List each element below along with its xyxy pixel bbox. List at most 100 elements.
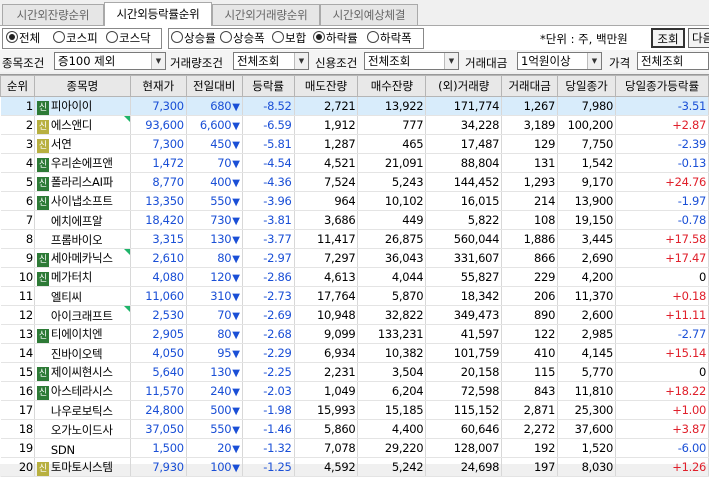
radio-sort-fall-rate[interactable]: 하락률 [313,31,358,45]
cell-rank: 3 [0,134,35,154]
radio-sort-rise-rate[interactable]: 상승률 [171,31,216,45]
cell-name[interactable]: 오가노이드사 [34,419,131,439]
table-row[interactable]: 8 프롬바이오 3,315 130▼ -3.77 11,417 26,875 560,044 1… [0,229,709,249]
cell-bid-remain: 777 [357,115,427,135]
query-button[interactable]: 조회 [651,28,685,48]
cell-bid-remain: 3,504 [357,362,427,382]
cell-name[interactable]: 신 메가터치 [34,267,131,287]
cell-bid-remain: 29,220 [357,438,427,458]
cell-name[interactable]: 아이크래프트 [34,305,131,325]
table-row[interactable]: 2 신 에스앤디 93,600 6,600▼ -6.59 1,912 777 34,228 3,1… [0,115,709,135]
cell-name[interactable]: 신 서연 [34,134,131,154]
header-ask-remain[interactable]: 매도잔량 [293,75,359,97]
header-rank[interactable]: 순위 [0,75,35,97]
cell-price: 2,530 [130,305,187,325]
credit-condition-select[interactable]: 전체조회 ▼ [364,52,459,70]
table-row[interactable]: 7 에치에프알 18,420 730▼ -3.81 3,686 449 5,822 108 19,… [0,210,709,230]
cell-volume: 18,342 [425,286,503,306]
cell-name[interactable]: 신 피아이이 [34,96,131,116]
radio-sort-flat[interactable]: 보합 [272,31,306,45]
next-button[interactable]: 다음 [688,28,709,48]
header-price[interactable]: 현재가 [129,75,187,97]
down-arrow-icon: ▼ [232,463,240,474]
cell-name[interactable]: 신 에스앤디 [34,115,131,135]
table-row[interactable]: 19 SDN 1,500 20▼ -1.32 7,078 29,220 128,007 192 1… [0,438,709,458]
stock-name: 세아메카닉스 [50,250,113,265]
cell-volume: 34,228 [425,115,503,135]
radio-market-kospi[interactable]: 코스피 [53,31,98,45]
table-row[interactable]: 13 신 티에이치엔 2,905 80▼ -2.68 9,099 133,231 41,597 1… [0,324,709,344]
stock-condition-select[interactable]: 증100 제외 ▼ [54,52,166,70]
cell-name[interactable]: 엘티씨 [34,286,131,306]
option-bar: 전체 코스피 코스닥 상승률 상승폭 보합 하락률 하락폭 *단위 : 주, 백… [0,26,709,50]
table-row[interactable]: 3 신 서연 7,300 450▼ -5.81 1,287 465 17,487 129 7,750… [0,134,709,154]
table-row[interactable]: 1 신 피아이이 7,300 680▼ -8.52 2,721 13,922 171,774 1,… [0,96,709,116]
header-close-rate[interactable]: 당일종가등락률 [615,75,709,97]
cell-name[interactable]: 진바이오텍 [34,343,131,363]
header-amount[interactable]: 거래대금 [501,75,559,97]
table-row[interactable]: 4 신 우리손에프앤 1,472 70▼ -4.54 4,521 21,091 88,804 13… [0,153,709,173]
chevron-down-icon: ▼ [587,53,601,69]
amount-condition-select[interactable]: 1억원이상 ▼ [517,52,602,70]
header-close[interactable]: 당일종가 [557,75,617,97]
table-row[interactable]: 16 신 아스테라시스 11,570 240▼ -2.03 1,049 6,204 72,598… [0,381,709,401]
cell-name[interactable]: 신 제이씨현시스 [34,362,131,382]
down-arrow-icon: ▼ [232,425,240,436]
cell-name[interactable]: 에치에프알 [34,210,131,230]
cell-amount: 214 [501,191,559,211]
tab-after-hours-change-rate[interactable]: 시간외등락률순위 [104,2,212,26]
tab-after-hours-volume[interactable]: 시간외거래량순위 [212,4,320,25]
badge-spacer [37,211,49,225]
stock-name: 에치에프알 [50,214,103,228]
table-row[interactable]: 14 진바이오텍 4,050 95▼ -2.29 6,934 10,382 101,759 41… [0,343,709,363]
cell-name[interactable]: 신 폴라리스AI파 [34,172,131,192]
amount-condition-label: 거래대금 [465,56,508,70]
table-row[interactable]: 10 신 메가터치 4,080 120▼ -2.86 4,613 4,044 55,827 229… [0,267,709,287]
cell-name[interactable]: 신 티에이치엔 [34,324,131,344]
table-row[interactable]: 17 나우로보틱스 24,800 500▼ -1.98 15,993 15,185 115,1… [0,400,709,420]
cell-name[interactable]: 프롬바이오 [34,229,131,249]
change-value: 310 [210,289,232,303]
table-row[interactable]: 20 신 토마토시스템 7,930 100▼ -1.25 4,592 5,242 24,698 1… [0,457,709,477]
cell-change: 70▼ [186,153,243,173]
table-row[interactable]: 12 아이크래프트 2,530 70▼ -2.69 10,948 32,822 349,473… [0,305,709,325]
change-value: 95 [217,346,232,360]
cell-close: 37,600 [557,419,617,439]
cell-rank: 7 [0,210,35,230]
radio-market-all[interactable]: 전체 [6,31,40,45]
cell-name[interactable]: 신 우리손에프앤 [34,153,131,173]
table-row[interactable]: 6 신 사이냅소프트 13,350 550▼ -3.96 964 10,102 16,015 21… [0,191,709,211]
cell-volume: 560,044 [425,229,503,249]
table-row[interactable]: 11 엘티씨 11,060 310▼ -2.73 17,764 5,870 18,342 206… [0,286,709,306]
radio-sort-fall-amount[interactable]: 하락폭 [367,31,412,45]
cell-name[interactable]: 신 토마토시스템 [34,457,131,477]
table-row[interactable]: 5 신 폴라리스AI파 8,770 400▼ -4.36 7,524 5,243 144,452… [0,172,709,192]
cell-close: 7,750 [557,134,617,154]
volume-condition-select[interactable]: 전체조회 ▼ [233,52,309,70]
cell-rank: 15 [0,362,35,382]
cell-name[interactable]: 신 사이냅소프트 [34,191,131,211]
credit-badge: 신 [36,385,49,400]
tab-after-hours-remaining[interactable]: 시간외잔량순위 [2,4,104,25]
tab-after-hours-expected[interactable]: 시간외예상체결 [320,4,418,25]
price-condition-select[interactable]: 전체조회 [637,52,709,70]
table-row[interactable]: 9 신 세아메카닉스 2,610 80▼ -2.97 7,297 36,043 331,607 8… [0,248,709,268]
header-change[interactable]: 전일대비 [185,75,243,97]
table-row[interactable]: 18 오가노이드사 37,050 550▼ -1.46 5,860 4,400 60,646 2… [0,419,709,439]
table-row[interactable]: 15 신 제이씨현시스 5,640 130▼ -2.25 2,231 3,504 20,158 1… [0,362,709,382]
header-bid-remain[interactable]: 매수잔량 [357,75,427,97]
cell-name[interactable]: 나우로보틱스 [34,400,131,420]
change-value: 240 [210,384,232,398]
radio-market-kosdaq[interactable]: 코스닥 [106,31,151,45]
cell-rate: -1.25 [242,457,295,477]
radio-sort-rise-amount[interactable]: 상승폭 [220,31,265,45]
cell-name[interactable]: 신 아스테라시스 [34,381,131,401]
cell-name[interactable]: SDN [34,438,131,458]
header-volume[interactable]: (외)거래량 [425,75,503,97]
cell-name[interactable]: 신 세아메카닉스 [34,248,131,268]
cell-amount: 115 [501,362,559,382]
header-rate[interactable]: 등락률 [241,75,295,97]
cell-ask-remain: 4,521 [294,153,359,173]
radio-label: 상승률 [184,31,216,45]
header-name[interactable]: 종목명 [33,75,131,97]
